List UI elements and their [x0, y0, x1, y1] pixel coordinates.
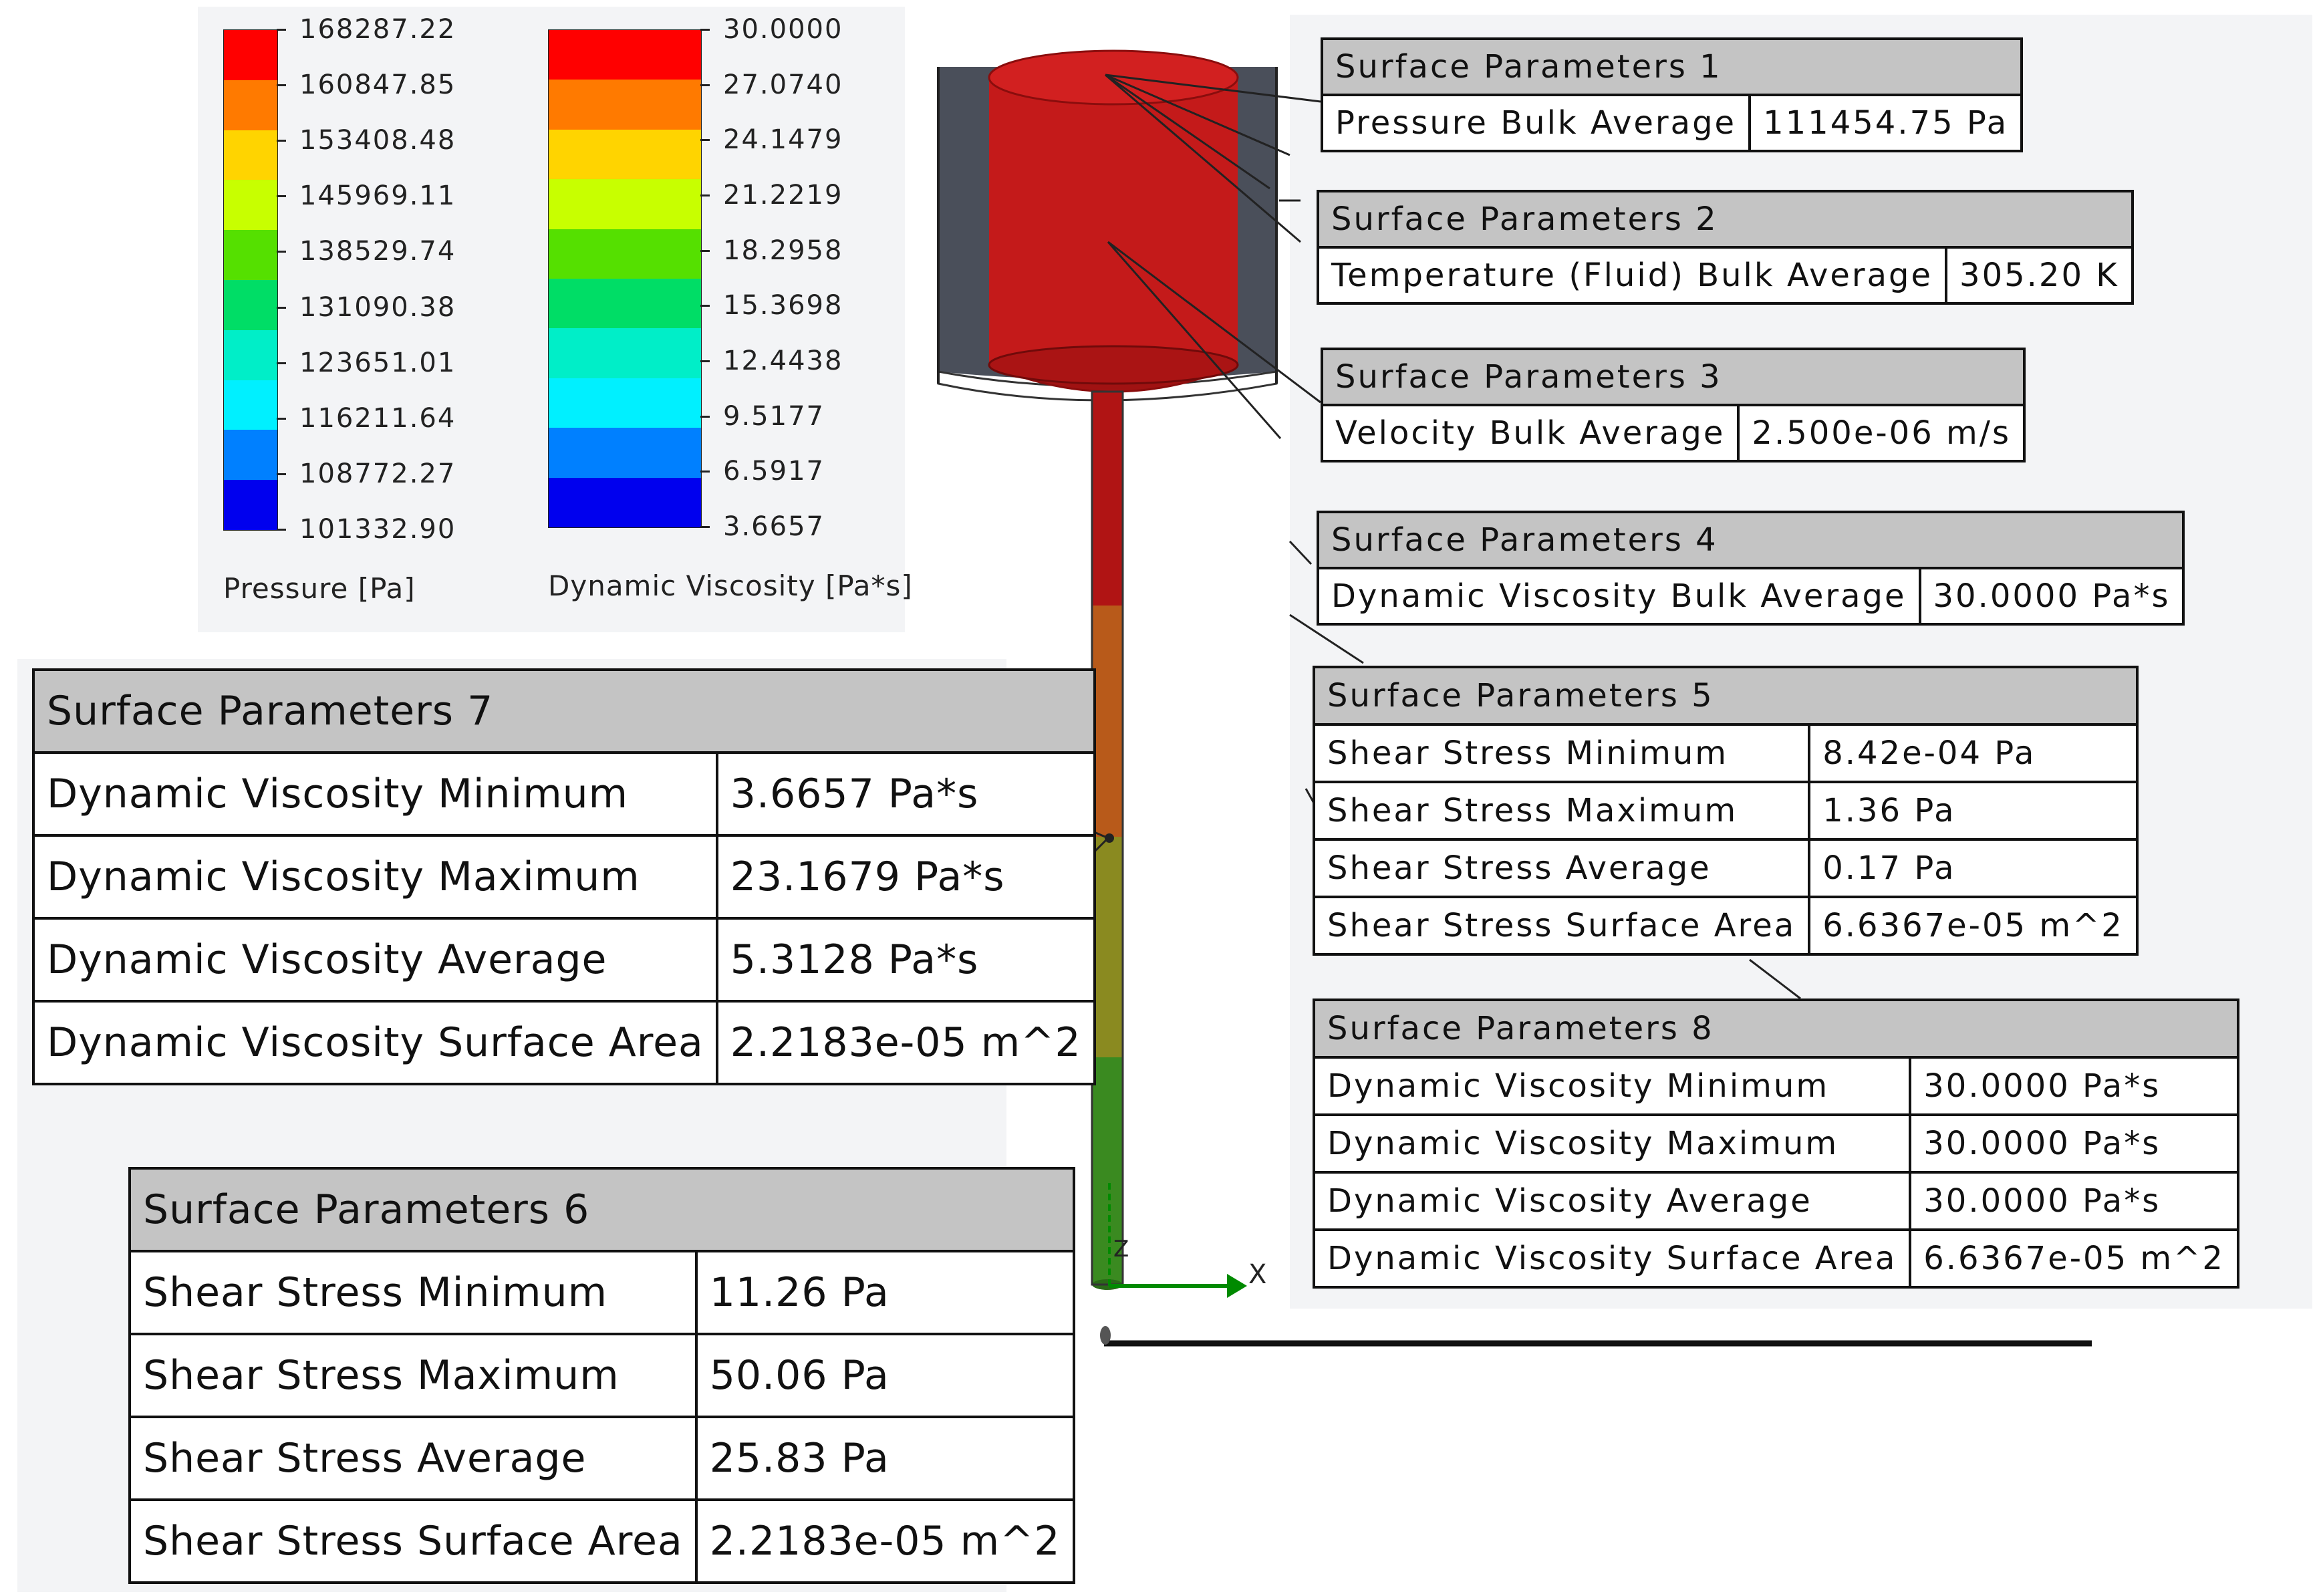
param-value: 6.6367e-05 m^2 [1808, 896, 2139, 956]
param-name: Shear Stress Minimum [128, 1250, 698, 1335]
param-name: Dynamic Viscosity Minimum [32, 751, 718, 837]
z-axis-label: Z [1113, 1236, 1129, 1262]
surface-parameters-1: Surface Parameters 1 Pressure Bulk Avera… [1320, 37, 2024, 152]
surface-parameters-2: Surface Parameters 2 Temperature (Fluid)… [1316, 190, 2134, 305]
param-name: Velocity Bulk Average [1320, 404, 1740, 462]
param-value: 50.06 Pa [694, 1333, 1075, 1418]
stem-orange-segment [1092, 606, 1123, 837]
x-axis-arrow [1227, 1274, 1247, 1298]
param-name: Shear Stress Average [128, 1416, 698, 1501]
table-title: Surface Parameters 5 [1313, 666, 2139, 726]
param-name: Shear Stress Surface Area [1312, 896, 1811, 956]
table-title: Surface Parameters 4 [1316, 511, 2185, 569]
param-name: Dynamic Viscosity Average [1312, 1171, 1912, 1231]
surface-parameters-5: Surface Parameters 5 Shear Stress Minimu… [1312, 666, 2139, 956]
stem-red-segment [1092, 392, 1123, 606]
param-name: Dynamic Viscosity Surface Area [32, 1000, 718, 1085]
coordinate-triad: X Z [1108, 1183, 1266, 1298]
param-value: 30.0000 Pa*s [1909, 1171, 2239, 1231]
param-name: Dynamic Viscosity Bulk Average [1317, 567, 1921, 626]
param-name: Temperature (Fluid) Bulk Average [1316, 246, 1948, 305]
param-name: Dynamic Viscosity Average [32, 917, 718, 1003]
param-name: Shear Stress Average [1312, 838, 1811, 898]
param-value: 1.36 Pa [1808, 781, 2139, 841]
param-value: 0.17 Pa [1808, 838, 2139, 898]
param-value: 30.0000 Pa*s [1918, 567, 2185, 626]
table-title: Surface Parameters 3 [1321, 348, 2026, 406]
table-title: Surface Parameters 2 [1317, 190, 2134, 249]
param-value: 8.42e-04 Pa [1808, 723, 2139, 783]
surface-parameters-6: Surface Parameters 6 Shear Stress Minimu… [128, 1167, 1075, 1584]
param-value: 2.500e-06 m/s [1737, 404, 2026, 462]
reservoir-body [989, 78, 1238, 365]
param-name: Shear Stress Maximum [1312, 781, 1811, 841]
param-value: 23.1679 Pa*s [715, 834, 1096, 920]
surface-parameters-3: Surface Parameters 3 Velocity Bulk Avera… [1320, 348, 2026, 462]
param-name: Dynamic Viscosity Surface Area [1312, 1228, 1912, 1289]
x-axis-label: X [1248, 1259, 1266, 1290]
table-title: Surface Parameters 1 [1320, 37, 2024, 96]
param-name: Pressure Bulk Average [1320, 94, 1752, 152]
param-name: Dynamic Viscosity Maximum [32, 834, 718, 920]
param-value: 30.0000 Pa*s [1909, 1056, 2239, 1116]
param-value: 11.26 Pa [694, 1250, 1075, 1335]
table-title: Surface Parameters 8 [1313, 999, 2239, 1059]
param-name: Dynamic Viscosity Maximum [1312, 1113, 1912, 1174]
param-value: 2.2183e-05 m^2 [715, 1000, 1096, 1085]
param-value: 25.83 Pa [694, 1416, 1075, 1501]
param-name: Dynamic Viscosity Minimum [1312, 1056, 1912, 1116]
table-title: Surface Parameters 7 [32, 668, 1096, 754]
param-value: 30.0000 Pa*s [1909, 1113, 2239, 1174]
surface-parameters-4: Surface Parameters 4 Dynamic Viscosity B… [1316, 511, 2185, 626]
surface-parameters-8: Surface Parameters 8 Dynamic Viscosity M… [1312, 999, 2239, 1289]
ground-marker [1100, 1326, 1111, 1345]
param-value: 305.20 K [1945, 246, 2134, 305]
param-value: 3.6657 Pa*s [715, 751, 1096, 837]
param-value: 111454.75 Pa [1748, 94, 2024, 152]
stem-olive-segment [1092, 837, 1123, 1057]
table-title: Surface Parameters 6 [128, 1167, 1075, 1252]
surface-parameters-7: Surface Parameters 7 Dynamic Viscosity M… [32, 668, 1096, 1085]
param-name: Shear Stress Maximum [128, 1333, 698, 1418]
reservoir [988, 49, 1239, 393]
param-value: 5.3128 Pa*s [715, 917, 1096, 1003]
param-name: Shear Stress Surface Area [128, 1498, 698, 1584]
param-value: 2.2183e-05 m^2 [694, 1498, 1075, 1584]
stem [1091, 390, 1124, 1290]
param-name: Shear Stress Minimum [1312, 723, 1811, 783]
param-value: 6.6367e-05 m^2 [1909, 1228, 2239, 1289]
